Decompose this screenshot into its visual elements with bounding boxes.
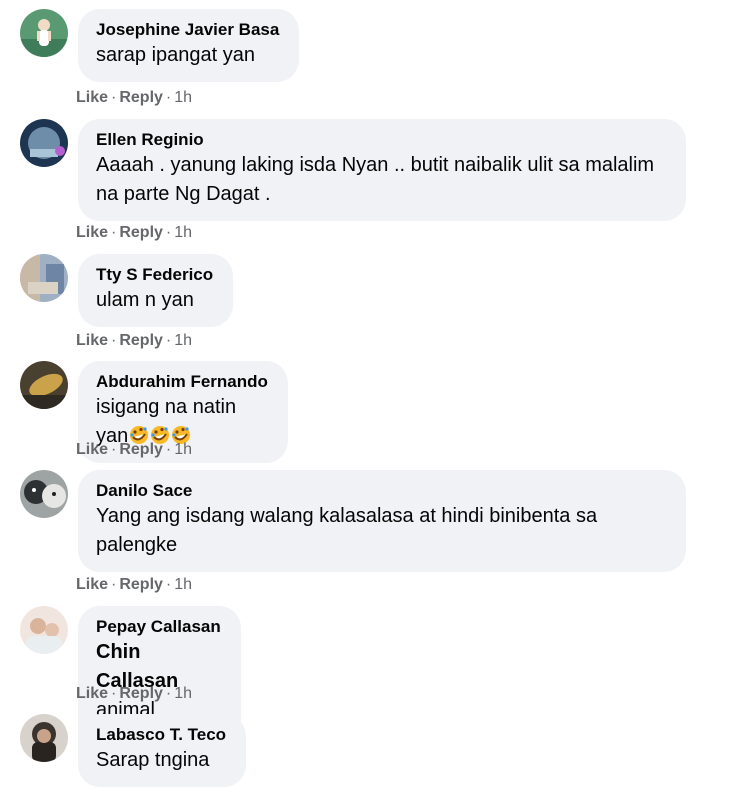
avatar[interactable] xyxy=(20,254,68,302)
avatar[interactable] xyxy=(20,714,68,762)
reply-button[interactable]: Reply xyxy=(119,332,163,349)
comment-actions: Like · Reply · 1h xyxy=(76,441,193,458)
comment-timestamp[interactable]: 1h xyxy=(174,89,192,106)
comment-author[interactable]: Danilo Sace xyxy=(96,480,666,502)
reply-button[interactable]: Reply xyxy=(119,441,163,458)
comment-author[interactable]: Abdurahim Fernando xyxy=(96,371,268,393)
comment-bubble: Labasco T. Teco Sarap tngina xyxy=(78,714,247,787)
comment-actions: Like · Reply · 1h xyxy=(76,332,193,349)
comment-author[interactable]: Pepay Callasan xyxy=(96,616,221,638)
comment-actions: Like · Reply · 1h xyxy=(76,224,193,241)
comment-timestamp[interactable]: 1h xyxy=(174,441,192,458)
comment-timestamp[interactable]: 1h xyxy=(174,685,192,702)
like-button[interactable]: Like xyxy=(76,576,108,593)
avatar[interactable] xyxy=(20,470,68,518)
comment-text: Aaaah . yanung laking isda Nyan .. butit… xyxy=(96,154,655,205)
comment-timestamp[interactable]: 1h xyxy=(174,576,192,593)
comment-author[interactable]: Tty S Federico xyxy=(96,264,213,286)
like-button[interactable]: Like xyxy=(76,224,108,241)
comment-actions: Like · Reply · 1h xyxy=(76,89,193,106)
comment-text: Yang ang isdang walang kalasalasa at hin… xyxy=(96,505,598,556)
comment-bubble: Tty S Federico ulam n yan xyxy=(78,254,234,327)
reply-button[interactable]: Reply xyxy=(119,89,163,106)
avatar[interactable] xyxy=(20,119,68,167)
comment-author[interactable]: Labasco T. Teco xyxy=(96,724,226,746)
comment-text: Sarap tngina xyxy=(96,749,210,771)
comment-bubble: Ellen Reginio Aaaah . yanung laking isda… xyxy=(78,119,686,221)
reply-button[interactable]: Reply xyxy=(119,576,163,593)
avatar[interactable] xyxy=(20,361,68,409)
comment-bubble: Josephine Javier Basa sarap ipangat yan xyxy=(78,9,300,82)
reply-button[interactable]: Reply xyxy=(119,224,163,241)
comment-bubble: Danilo Sace Yang ang isdang walang kalas… xyxy=(78,470,686,572)
avatar[interactable] xyxy=(20,9,68,57)
comment-author[interactable]: Josephine Javier Basa xyxy=(96,19,279,41)
comment-actions: Like · Reply · 1h xyxy=(76,685,193,702)
like-button[interactable]: Like xyxy=(76,685,108,702)
comment-timestamp[interactable]: 1h xyxy=(174,332,192,349)
comment-author[interactable]: Ellen Reginio xyxy=(96,129,666,151)
comment-timestamp[interactable]: 1h xyxy=(174,224,192,241)
comment-actions: Like · Reply · 1h xyxy=(76,576,193,593)
like-button[interactable]: Like xyxy=(76,332,108,349)
comment-text: ulam n yan xyxy=(96,289,194,311)
like-button[interactable]: Like xyxy=(76,89,108,106)
reply-button[interactable]: Reply xyxy=(119,685,163,702)
avatar[interactable] xyxy=(20,606,68,654)
like-button[interactable]: Like xyxy=(76,441,108,458)
comment-text: sarap ipangat yan xyxy=(96,44,256,66)
